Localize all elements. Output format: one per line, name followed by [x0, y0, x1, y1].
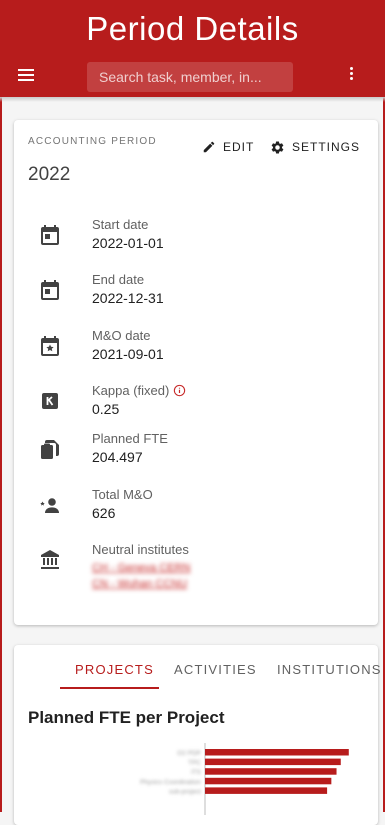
chart-category-label: O2 PDP: [177, 750, 201, 757]
period-details-card: ACCOUNTING PERIOD 2022 EDIT SETTINGS Sta…: [14, 120, 378, 625]
chart-bar: [205, 758, 341, 766]
page-title: Period Details: [86, 10, 299, 47]
field-label: Start date: [92, 217, 149, 232]
person-star-icon: [40, 498, 59, 513]
field-neutral-institutes: Neutral institutes CH - Geneva CERN CN -…: [38, 542, 358, 598]
field-start-date: Start date 2022-01-01: [38, 217, 358, 263]
clipboard-icon: [41, 440, 59, 459]
pencil-icon: [203, 141, 215, 153]
chart-category-label: sub-project: [169, 788, 201, 795]
settings-button[interactable]: SETTINGS: [270, 138, 360, 156]
chart-bar: [205, 787, 328, 794]
chart-category-label: TPC: [188, 760, 201, 767]
period-year: 2022: [28, 164, 71, 185]
field-value: 626: [92, 505, 116, 521]
field-end-date: End date 2022-12-31: [38, 272, 358, 318]
calendar-icon: [41, 280, 59, 300]
institution-icon: [41, 550, 59, 569]
field-label: M&O date: [92, 328, 151, 343]
field-value: 204.497: [92, 449, 143, 465]
field-label: Kappa (fixed): [92, 383, 186, 398]
app-bar: Period Details: [0, 0, 385, 97]
info-icon[interactable]: [173, 384, 186, 397]
calendar-icon: [41, 225, 59, 245]
chart-category-label: ITS: [191, 769, 202, 776]
kappa-label-text: Kappa (fixed): [92, 383, 170, 398]
projects-card: PROJECTS ACTIVITIES INSTITUTIONS Planned…: [14, 645, 380, 825]
edit-button-label: EDIT: [223, 140, 255, 154]
neutral-institute-link[interactable]: CN - Wuhan CCNU: [92, 576, 190, 592]
chart-bar: [205, 768, 337, 775]
field-value: 2022-12-31: [92, 290, 164, 306]
period-overline: ACCOUNTING PERIOD: [28, 136, 157, 147]
field-kappa: Kappa (fixed) 0.25: [38, 383, 358, 429]
neutral-institute-list: CH - Geneva CERN CN - Wuhan CCNU: [92, 560, 190, 592]
field-planned-fte: Planned FTE 204.497: [38, 431, 358, 477]
chart-bar: [205, 749, 349, 756]
field-label: End date: [92, 272, 145, 287]
field-label: Planned FTE: [92, 431, 168, 446]
gear-icon: [271, 140, 284, 153]
field-value: 2022-01-01: [92, 235, 164, 251]
search-box[interactable]: [87, 62, 293, 92]
hamburger-menu-icon[interactable]: [18, 69, 34, 81]
search-input[interactable]: [97, 68, 293, 86]
field-label: Neutral institutes: [92, 542, 189, 557]
field-total-mo: Total M&O 626: [38, 487, 358, 533]
chart-category-label: Physics Coordination: [140, 779, 201, 786]
field-label: Total M&O: [92, 487, 153, 502]
more-options-icon[interactable]: [348, 67, 354, 83]
neutral-institute-link[interactable]: CH - Geneva CERN: [92, 560, 190, 576]
edit-button[interactable]: EDIT: [202, 138, 254, 156]
app-bar-shadow: [0, 97, 385, 102]
field-value: 2021-09-01: [92, 346, 164, 362]
calendar-star-icon: [41, 336, 59, 356]
field-mo-date: M&O date 2021-09-01: [38, 328, 358, 374]
kappa-icon: [42, 393, 58, 409]
settings-button-label: SETTINGS: [292, 140, 361, 154]
field-value: 0.25: [92, 401, 120, 417]
fte-bar-chart: O2 PDP TPC ITS Physics Coordination sub-proj…: [140, 743, 349, 815]
chart-bar: [205, 777, 332, 785]
